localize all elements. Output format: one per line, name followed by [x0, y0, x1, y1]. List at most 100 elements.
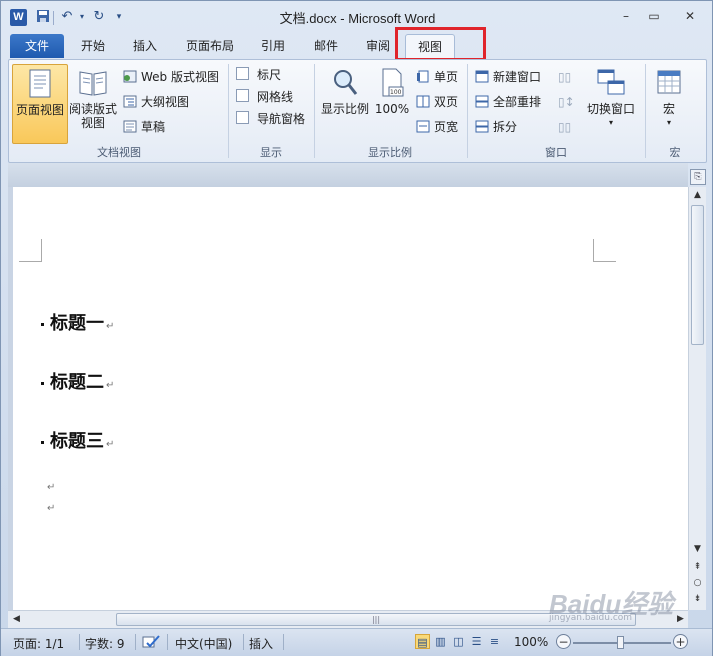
- page-100-icon-text: 100: [390, 89, 402, 96]
- scroll-left-icon[interactable]: ◀: [8, 611, 25, 627]
- full-reading-view-icon[interactable]: ▥: [433, 634, 448, 649]
- macros-label: 宏: [662, 102, 675, 116]
- print-layout-view-icon[interactable]: ▤: [415, 634, 430, 649]
- tab-home[interactable]: 开始: [71, 34, 115, 58]
- zoom-button[interactable]: 显示比例: [319, 64, 371, 142]
- full-reading-icon: [78, 68, 108, 98]
- print-layout-button[interactable]: 页面视图: [12, 64, 68, 144]
- arrange-all-button[interactable]: 全部重排: [475, 92, 541, 112]
- ruler-area: [8, 163, 688, 187]
- draft-view-icon[interactable]: ≡: [487, 634, 502, 649]
- ruler-checkbox[interactable]: 标尺: [236, 65, 281, 85]
- two-pages-label: 双页: [434, 95, 459, 109]
- vertical-scrollbar[interactable]: ▲ ▼ ⇞ ○ ⇟: [688, 187, 706, 610]
- magnifier-icon: [332, 68, 358, 98]
- heading-bullet: [41, 441, 44, 445]
- next-page-icon[interactable]: ⇟: [689, 591, 706, 607]
- ribbon-tabs: 文件 开始 插入 页面布局 引用 邮件 审阅 视图 ︿ ?: [1, 32, 712, 87]
- page-width-button[interactable]: 页宽: [416, 117, 458, 137]
- new-window-icon: [475, 69, 489, 83]
- heading-3[interactable]: 标题三 ↵: [41, 427, 114, 453]
- split-icon: [475, 119, 489, 133]
- proofing-icon[interactable]: [141, 635, 161, 652]
- group-label-macros: 宏: [669, 146, 681, 159]
- one-page-button[interactable]: 单页: [416, 67, 458, 87]
- zoom-100-label: 100%: [374, 102, 410, 116]
- word-count[interactable]: 字数: 9: [85, 635, 125, 652]
- page-count[interactable]: 页面: 1/1: [13, 635, 64, 652]
- close-button[interactable]: ✕: [677, 7, 703, 25]
- heading-2[interactable]: 标题二 ↵: [41, 368, 114, 394]
- macros-dropdown-icon: ▾: [666, 118, 671, 127]
- zoom-100-button[interactable]: 100 100%: [371, 64, 413, 142]
- maximize-button[interactable]: ▭: [641, 7, 667, 25]
- scroll-right-icon[interactable]: ▶: [672, 611, 689, 627]
- status-separator: [283, 634, 284, 650]
- tab-mailings[interactable]: 邮件: [304, 34, 348, 58]
- heading-1[interactable]: 标题一 ↵: [41, 309, 114, 335]
- zoom-slider-knob[interactable]: [617, 636, 624, 649]
- draft-button[interactable]: 草稿: [123, 117, 165, 137]
- macros-icon: [656, 68, 682, 98]
- tab-references[interactable]: 引用: [251, 34, 295, 58]
- tab-insert[interactable]: 插入: [123, 34, 167, 58]
- zoom-level[interactable]: 100%: [514, 635, 548, 649]
- print-layout-label: 页面视图: [15, 103, 64, 117]
- scroll-down-icon[interactable]: ▼: [689, 541, 706, 557]
- language-indicator[interactable]: 中文(中国): [175, 635, 232, 652]
- group-label-show: 显示: [260, 146, 282, 159]
- group-label-zoom: 显示比例: [368, 146, 412, 159]
- document-page[interactable]: 标题一 ↵ 标题二 ↵ 标题三 ↵ ↵ ↵: [13, 187, 688, 610]
- split-button[interactable]: 拆分: [475, 117, 517, 137]
- insert-mode-indicator[interactable]: 插入: [249, 635, 273, 652]
- paragraph-mark: ↵: [47, 482, 56, 493]
- heading-bullet: [41, 323, 44, 327]
- tab-review[interactable]: 审阅: [356, 34, 400, 58]
- ruler-check-icon: [236, 67, 249, 80]
- tab-file[interactable]: 文件: [10, 34, 64, 58]
- macros-button[interactable]: 宏 ▾: [649, 64, 689, 142]
- paragraph-mark: ↵: [106, 380, 115, 391]
- zoom-label: 显示比例: [320, 102, 369, 116]
- status-separator: [243, 634, 244, 650]
- status-bar: 页面: 1/1 字数: 9 中文(中国) 插入 ▤ ▥ ◫ ☰ ≡ 100% −…: [1, 628, 712, 656]
- select-browse-object-icon[interactable]: ○: [689, 575, 706, 591]
- switch-windows-button[interactable]: 切换窗口 ▾: [583, 64, 639, 142]
- page-100-icon: 100: [379, 68, 405, 98]
- draft-icon: [123, 119, 137, 133]
- view-ruler-toggle-icon[interactable]: ⎘: [690, 169, 706, 185]
- zoom-in-button[interactable]: +: [673, 634, 688, 649]
- vertical-scroll-thumb[interactable]: [691, 205, 704, 345]
- previous-page-icon[interactable]: ⇞: [689, 559, 706, 575]
- nav-pane-check-icon: [236, 111, 249, 124]
- scroll-up-icon[interactable]: ▲: [689, 187, 706, 203]
- nav-pane-label: 导航窗格: [257, 112, 306, 126]
- group-label-doc-views: 文档视图: [97, 146, 141, 159]
- title-bar: W ↶ ▾ ↻ ▾ 文档.docx - Microsoft Word – ▭ ✕: [1, 1, 712, 32]
- paragraph-mark: ↵: [106, 439, 115, 450]
- full-reading-button[interactable]: 阅读版式 视图: [67, 64, 119, 142]
- outline-button[interactable]: 大纲视图: [123, 92, 189, 112]
- view-tab-highlight-box: [395, 27, 486, 61]
- reset-window-position-icon[interactable]: ▯▯: [558, 117, 571, 137]
- outline-view-icon[interactable]: ☰: [469, 634, 484, 649]
- new-window-button[interactable]: 新建窗口: [475, 67, 541, 87]
- paragraph-mark: ↵: [47, 503, 56, 514]
- zoom-out-button[interactable]: −: [556, 634, 571, 649]
- minimize-button[interactable]: –: [613, 7, 639, 25]
- sync-scroll-icon[interactable]: ▯↕: [558, 92, 575, 112]
- nav-pane-checkbox[interactable]: 导航窗格: [236, 109, 305, 129]
- view-side-by-side-icon[interactable]: ▯▯: [558, 67, 571, 87]
- web-layout-view-icon[interactable]: ◫: [451, 634, 466, 649]
- margin-corner-mark: [593, 239, 616, 262]
- gridlines-checkbox[interactable]: 网格线: [236, 87, 293, 107]
- one-page-label: 单页: [434, 70, 459, 84]
- gridlines-check-icon: [236, 89, 249, 102]
- word-window: W ↶ ▾ ↻ ▾ 文档.docx - Microsoft Word – ▭ ✕…: [0, 0, 713, 656]
- web-layout-button[interactable]: Web 版式视图: [123, 67, 219, 87]
- tab-page-layout[interactable]: 页面布局: [177, 34, 243, 58]
- group-label-window: 窗口: [545, 146, 567, 159]
- outline-icon: [123, 94, 137, 108]
- two-pages-button[interactable]: 双页: [416, 92, 458, 112]
- split-label: 拆分: [493, 120, 518, 134]
